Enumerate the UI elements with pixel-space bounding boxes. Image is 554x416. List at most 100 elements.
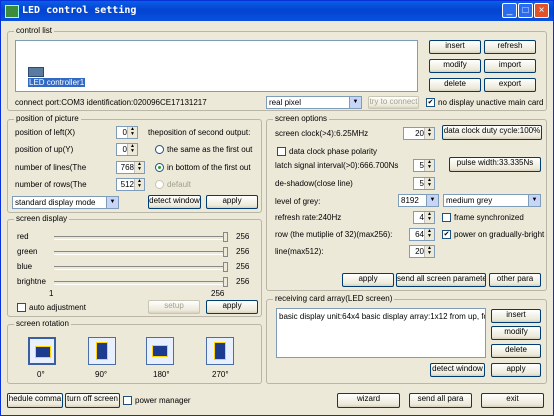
- rows-spinner[interactable]: 512 ▲ ▼: [116, 178, 145, 191]
- spin-arrows-icon: ▲ ▼: [424, 246, 434, 257]
- rotation-90-label: 90°: [95, 370, 108, 379]
- slider-label: blue: [17, 262, 33, 271]
- lines-spinner[interactable]: 768 ▲ ▼: [116, 161, 145, 174]
- card-modify-button[interactable]: modify: [491, 326, 541, 340]
- rotation-180-label: 180°: [153, 370, 170, 379]
- latch-spinner[interactable]: 5 ▲ ▼: [413, 159, 435, 172]
- window-title: LED control setting: [22, 5, 137, 16]
- slider-value: 256: [236, 232, 250, 241]
- options-apply-button[interactable]: apply: [342, 273, 394, 287]
- app-icon: [5, 5, 19, 18]
- auto-adjust-checkbox[interactable]: [17, 303, 26, 312]
- refresh-button[interactable]: refresh: [484, 40, 536, 54]
- slider-thumb[interactable]: [223, 247, 228, 257]
- refresh-spinner[interactable]: 4 ▲ ▼: [413, 211, 435, 224]
- screen-rotation-group: screen rotation 0° 90° 180° 270°: [7, 319, 262, 384]
- send-all-para-button[interactable]: send all para: [409, 393, 472, 408]
- screen-display-legend: screen display: [14, 214, 70, 223]
- clock-spinner[interactable]: 20 ▲ ▼: [403, 127, 435, 140]
- row-value: 64: [415, 230, 424, 239]
- bottom-output-radio[interactable]: [155, 163, 164, 172]
- card-apply-button[interactable]: apply: [491, 363, 541, 377]
- delete-button[interactable]: delete: [429, 78, 481, 92]
- slider-value: 256: [236, 277, 250, 286]
- card-delete-button[interactable]: delete: [491, 344, 541, 358]
- turn-off-screen-button[interactable]: turn off screen: [65, 393, 120, 408]
- row-spinner[interactable]: 64 ▲ ▼: [409, 228, 435, 241]
- controller-list[interactable]: LED controller1: [15, 40, 418, 92]
- send-all-screen-button[interactable]: send all screen parameters: [396, 273, 486, 287]
- phase-polarity-checkbox[interactable]: [277, 147, 286, 156]
- power-on-checkbox[interactable]: ✔: [442, 230, 451, 239]
- export-button[interactable]: export: [484, 78, 536, 92]
- same-output-radio[interactable]: [155, 145, 164, 154]
- rotation-90-button[interactable]: [88, 337, 116, 365]
- phase-polarity-label: data clock phase polarity: [289, 147, 378, 156]
- display-mode-value: standard display mode: [15, 198, 96, 207]
- screen-display-group: screen display red 256 green 256 blue 256 brig…: [7, 214, 262, 317]
- no-display-label: no display unactive main card: [438, 98, 544, 107]
- wizard-button[interactable]: wizard: [337, 393, 400, 408]
- minimize-button[interactable]: _: [502, 3, 517, 18]
- frame-sync-label: frame synchronized: [454, 213, 524, 222]
- screen-icon: [96, 342, 108, 360]
- line-spinner[interactable]: 20 ▲ ▼: [409, 245, 435, 258]
- modify-button[interactable]: modify: [429, 59, 481, 73]
- try-connect-button[interactable]: try to connect: [368, 96, 419, 109]
- setup-button[interactable]: setup: [148, 300, 200, 314]
- card-insert-button[interactable]: insert: [491, 309, 541, 323]
- pixel-mode-select[interactable]: real pixel ▼: [266, 96, 362, 109]
- spin-arrows-icon: ▲ ▼: [424, 229, 434, 240]
- slider-track[interactable]: [54, 266, 228, 270]
- other-para-button[interactable]: other para: [489, 273, 541, 287]
- card-detect-window-button[interactable]: detect window: [430, 363, 485, 377]
- slider-track[interactable]: [54, 281, 228, 285]
- rows-value: 512: [120, 180, 134, 189]
- same-output-label: the same as the first out: [167, 145, 253, 154]
- pulse-width-button[interactable]: pulse width:33.335Ns: [449, 157, 541, 172]
- receiving-card-item[interactable]: basic display unit:64x4 basic display ar…: [279, 312, 485, 321]
- duty-cycle-button[interactable]: data clock duty cycle:100%: [442, 125, 542, 140]
- slider-thumb[interactable]: [223, 277, 228, 287]
- rotation-270-label: 270°: [212, 370, 229, 379]
- display-apply-button[interactable]: apply: [206, 300, 258, 314]
- maximize-button[interactable]: □: [518, 3, 533, 18]
- auto-adjust-label: auto adjustment: [29, 303, 86, 312]
- spin-arrows-icon: ▲ ▼: [127, 127, 137, 138]
- receiving-card-list[interactable]: basic display unit:64x4 basic display ar…: [276, 308, 486, 358]
- position-apply-button[interactable]: apply: [206, 195, 258, 209]
- up-spinner[interactable]: 0 ▲ ▼: [116, 143, 138, 156]
- no-display-checkbox[interactable]: ✔: [426, 98, 435, 107]
- grey-level-select[interactable]: 8192 ▼: [398, 194, 439, 207]
- slider-thumb[interactable]: [223, 262, 228, 272]
- clock-value: 20: [415, 129, 424, 138]
- slider-thumb[interactable]: [223, 232, 228, 242]
- receiving-card-legend: receiving card array(LED screen): [273, 294, 395, 303]
- rotation-180-button[interactable]: [146, 337, 174, 365]
- rotation-270-button[interactable]: [206, 337, 234, 365]
- frame-sync-checkbox[interactable]: [442, 213, 451, 222]
- insert-button[interactable]: insert: [429, 40, 481, 54]
- rotation-0-button[interactable]: [28, 337, 56, 365]
- rows-label: number of rows(The: [15, 180, 87, 189]
- detect-window-button[interactable]: detect window: [148, 195, 201, 209]
- pixel-mode-value: real pixel: [269, 98, 302, 107]
- second-output-label: theposition of second output:: [148, 128, 251, 137]
- default-output-radio[interactable]: [155, 180, 164, 189]
- controller-item[interactable]: LED controller1: [28, 78, 86, 87]
- default-output-label: default: [167, 180, 192, 189]
- control-list-group: control list LED controller1 insert refr…: [7, 26, 547, 111]
- schedule-command-button[interactable]: hedule comma: [7, 393, 63, 408]
- grey-mode-select[interactable]: medium grey ▼: [443, 194, 541, 207]
- import-button[interactable]: import: [484, 59, 536, 73]
- display-mode-select[interactable]: standard display mode ▼: [12, 196, 119, 209]
- exit-button[interactable]: exit: [481, 393, 544, 408]
- power-manager-checkbox[interactable]: [123, 396, 132, 405]
- slider-track[interactable]: [54, 236, 228, 240]
- slider-value: 256: [236, 247, 250, 256]
- left-spinner[interactable]: 0 ▲ ▼: [116, 126, 138, 139]
- slider-track[interactable]: [54, 251, 228, 255]
- spin-arrows-icon: ▲ ▼: [424, 212, 434, 223]
- deshadow-spinner[interactable]: 5 ▲ ▼: [413, 177, 435, 190]
- close-button[interactable]: ×: [534, 3, 549, 18]
